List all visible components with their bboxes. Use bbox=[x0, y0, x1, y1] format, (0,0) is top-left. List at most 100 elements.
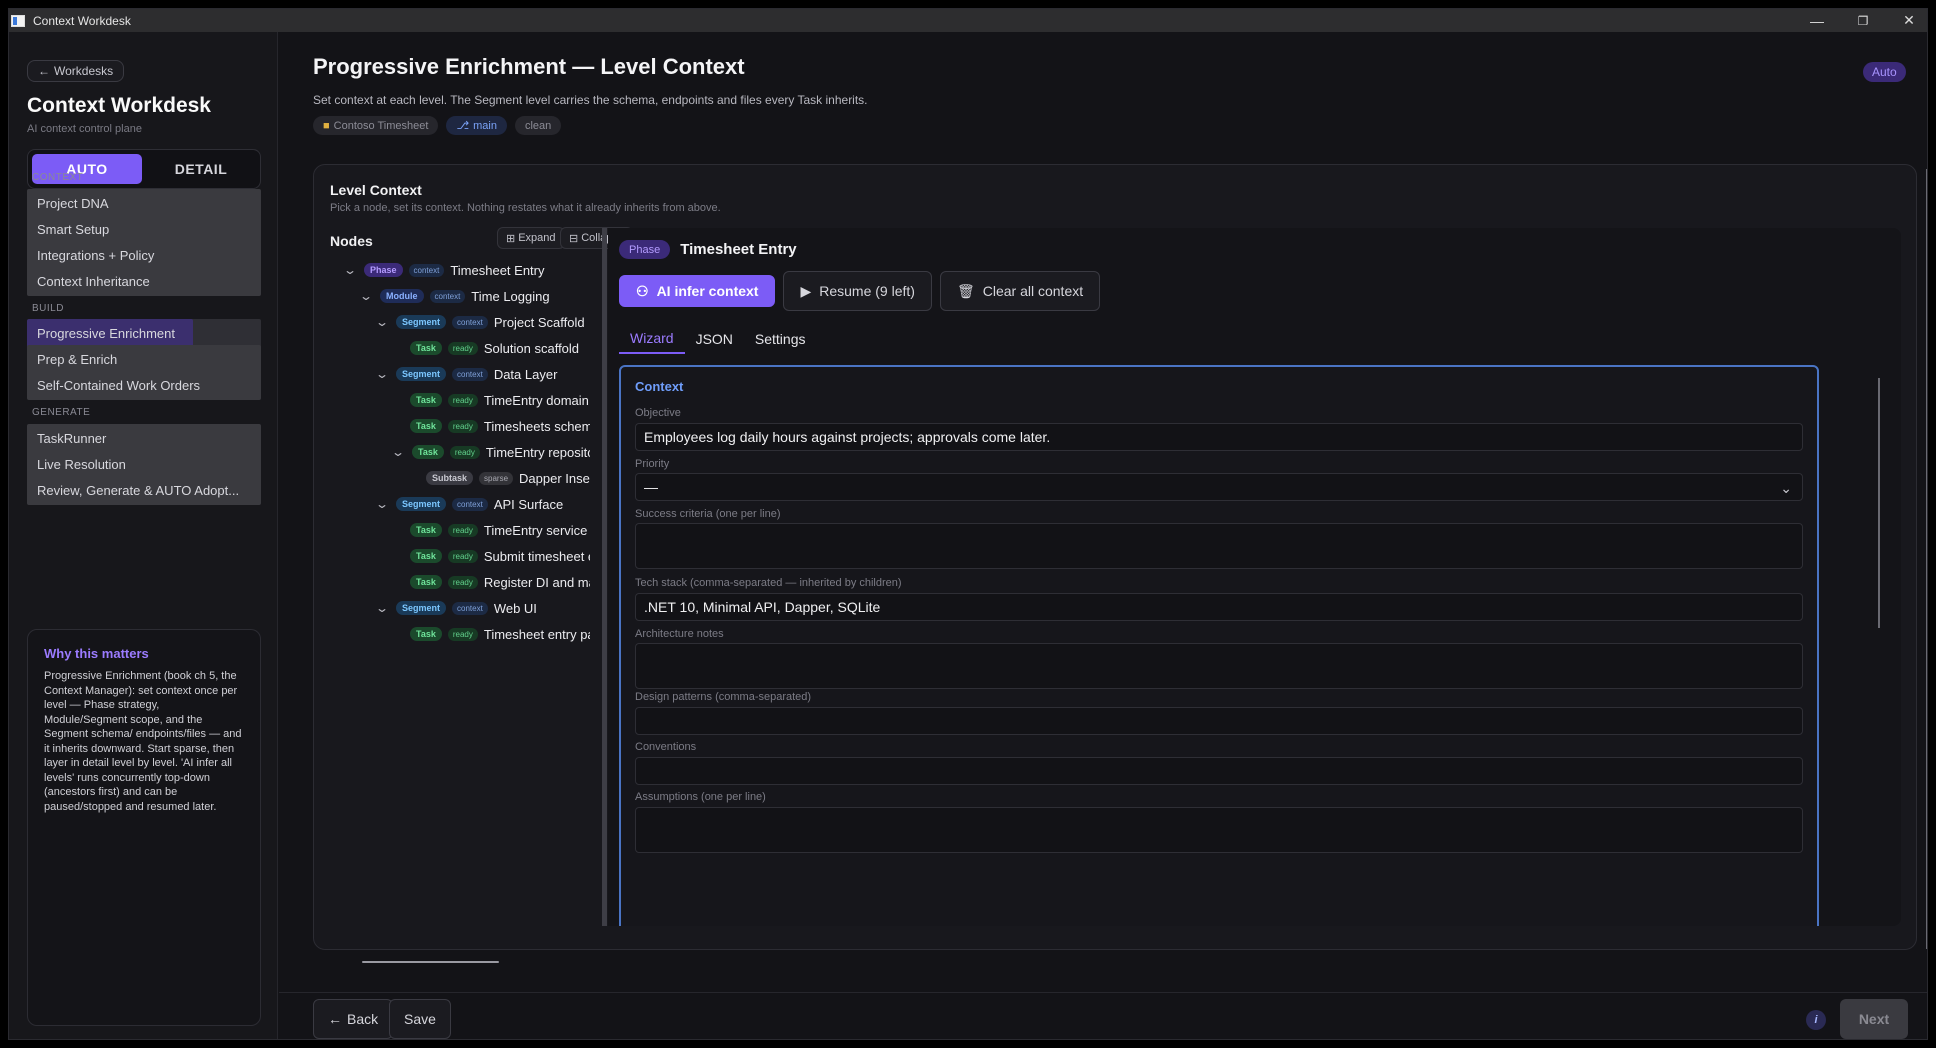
node-header: Phase Timesheet Entry bbox=[619, 240, 797, 259]
chevron-down-icon[interactable]: ⌄ bbox=[371, 315, 393, 329]
maximize-button[interactable]: ❐ bbox=[1840, 9, 1886, 32]
node-label: TimeEntry repository bbox=[485, 444, 590, 460]
tree-node-row[interactable]: ⌄ Segment context API Surface bbox=[374, 491, 563, 517]
chevron-down-icon[interactable]: ⌄ bbox=[339, 263, 361, 277]
nav-item-integrations-policy[interactable]: Integrations + Policy bbox=[27, 241, 261, 270]
priority-select[interactable]: — ⌄ bbox=[635, 473, 1803, 501]
tech-stack-value: .NET 10, Minimal API, Dapper, SQLite bbox=[644, 599, 881, 615]
node-label: TimeEntry service bbox=[483, 522, 588, 538]
node-state-tag: context bbox=[452, 497, 488, 511]
mode-toggle: AUTO DETAIL bbox=[27, 149, 261, 189]
nav-item-smart-setup[interactable]: Smart Setup bbox=[27, 215, 261, 244]
chevron-down-icon[interactable]: ⌄ bbox=[371, 497, 393, 511]
nav-item-progressive-enrichment[interactable]: Progressive Enrichment bbox=[27, 319, 261, 348]
level-tag: Phase bbox=[619, 240, 671, 259]
node-label: TimeEntry domain mod bbox=[483, 392, 590, 408]
nav-item-prep-enrich[interactable]: Prep & Enrich bbox=[27, 345, 261, 374]
close-button[interactable]: ✕ bbox=[1886, 9, 1927, 32]
back-button[interactable]: ← Back bbox=[313, 999, 394, 1039]
nav-item-label: Project DNA bbox=[37, 196, 109, 211]
node-name: Timesheet Entry bbox=[680, 241, 797, 258]
tab-wizard[interactable]: Wizard bbox=[619, 324, 685, 354]
info-icon[interactable]: i bbox=[1806, 1010, 1826, 1030]
tree-node-row[interactable]: ⌄ Segment context Data Layer bbox=[374, 361, 557, 387]
folder-icon: ■ bbox=[323, 119, 330, 132]
tree-node-row[interactable]: Task ready Register DI and map ro bbox=[410, 569, 590, 595]
chevron-down-icon[interactable]: ⌄ bbox=[355, 289, 377, 303]
app-window: Context Workdesk — ❐ ✕ ← Workdesks Conte… bbox=[8, 8, 1928, 1040]
resume-button[interactable]: ▶ Resume (9 left) bbox=[783, 271, 932, 311]
back-to-workdesks-button[interactable]: ← Workdesks bbox=[27, 60, 125, 82]
project-chip: ■ Contoso Timesheet bbox=[313, 116, 439, 135]
node-type-tag: Segment bbox=[396, 497, 447, 511]
horizontal-scrollbar[interactable] bbox=[362, 961, 499, 963]
nav-item-label: Prep & Enrich bbox=[37, 352, 118, 367]
nav-item-label: Live Resolution bbox=[37, 457, 126, 472]
node-state-tag: sparse bbox=[479, 471, 514, 485]
nav-item-label: Review, Generate & AUTO Adopt... bbox=[37, 483, 240, 498]
sidebar: ← Workdesks Context Workdesk AI context … bbox=[9, 32, 278, 1039]
node-tree-viewport: ⌄ Phase context Timesheet Entry ⌄ Module conte… bbox=[330, 259, 590, 939]
why-title: Why this matters bbox=[44, 646, 149, 661]
nav-item-review-generate[interactable]: Review, Generate & AUTO Adopt... bbox=[27, 476, 261, 505]
tree-node-row[interactable]: ⌄Task ready TimeEntry repository bbox=[390, 439, 590, 465]
node-label: Timesheets schema mi bbox=[483, 418, 590, 434]
title-bar: Context Workdesk — ❐ ✕ bbox=[9, 9, 1927, 32]
tree-node-row[interactable]: ⌄ Segment context Web UI bbox=[374, 595, 537, 621]
assumptions-label: Assumptions (one per line) bbox=[635, 791, 766, 803]
tree-node-row[interactable]: ⌄ Segment context Project Scaffold bbox=[374, 309, 585, 335]
nav-item-work-orders[interactable]: Self-Contained Work Orders bbox=[27, 371, 261, 400]
assumptions-textarea[interactable] bbox=[635, 807, 1803, 853]
save-button-label: Save bbox=[404, 1011, 436, 1027]
minimize-button[interactable]: — bbox=[1794, 9, 1840, 32]
success-criteria-textarea[interactable] bbox=[635, 523, 1803, 569]
node-type-tag: Task bbox=[410, 393, 442, 407]
tree-node-row[interactable]: Task ready TimeEntry domain mod bbox=[410, 387, 590, 413]
save-button[interactable]: Save bbox=[389, 999, 451, 1039]
collapse-icon: ⊟ bbox=[569, 232, 579, 245]
conventions-field[interactable] bbox=[635, 757, 1803, 785]
back-button-label: Back bbox=[347, 1011, 379, 1027]
tree-node-row[interactable]: Task ready TimeEntry service bbox=[410, 517, 587, 543]
project-name: Contoso Timesheet bbox=[333, 119, 429, 132]
nav-item-project-dna[interactable]: Project DNA bbox=[27, 189, 261, 218]
tree-node-row[interactable]: ⌄ Module context Time Logging bbox=[358, 283, 550, 309]
nav-item-label: Progressive Enrichment bbox=[37, 326, 175, 341]
tree-node-row[interactable]: Task ready Submit timesheet endp bbox=[410, 543, 590, 569]
node-type-tag: Segment bbox=[396, 367, 447, 381]
nav-item-live-resolution[interactable]: Live Resolution bbox=[27, 450, 261, 479]
next-button[interactable]: Next bbox=[1840, 999, 1908, 1039]
node-type-tag: Phase bbox=[364, 263, 403, 277]
tech-stack-field[interactable]: .NET 10, Minimal API, Dapper, SQLite bbox=[635, 593, 1803, 621]
expand-button[interactable]: ⊞ Expand bbox=[497, 227, 565, 249]
tree-node-row[interactable]: Subtask sparse Dapper InsertTim bbox=[426, 465, 590, 491]
architecture-notes-textarea[interactable] bbox=[635, 643, 1803, 689]
ai-infer-label: AI infer context bbox=[656, 283, 759, 299]
tree-node-row[interactable]: Task ready Solution scaffold bbox=[410, 335, 579, 361]
mode-detail-button[interactable]: DETAIL bbox=[146, 154, 256, 184]
design-patterns-field[interactable] bbox=[635, 707, 1803, 735]
window-scrollbar[interactable] bbox=[1926, 169, 1927, 949]
chevron-down-icon[interactable]: ⌄ bbox=[387, 445, 409, 459]
node-state-tag: context bbox=[452, 601, 488, 615]
tab-json[interactable]: JSON bbox=[685, 324, 744, 354]
pane-splitter[interactable] bbox=[602, 228, 607, 926]
architecture-notes-label: Architecture notes bbox=[635, 628, 724, 640]
detail-scrollbar[interactable] bbox=[1878, 378, 1880, 628]
tab-settings[interactable]: Settings bbox=[744, 324, 817, 354]
chevron-down-icon[interactable]: ⌄ bbox=[371, 367, 393, 381]
priority-label: Priority bbox=[635, 458, 670, 470]
clear-all-context-button[interactable]: 🗑 Clear all context bbox=[939, 271, 1101, 311]
chevron-down-icon[interactable]: ⌄ bbox=[371, 601, 393, 615]
trash-icon: 🗑 bbox=[956, 282, 975, 299]
objective-field[interactable]: Employees log daily hours against projec… bbox=[635, 423, 1803, 451]
tree-node-row[interactable]: Task ready Timesheets schema mi bbox=[410, 413, 590, 439]
chevron-down-icon: ⌄ bbox=[1780, 480, 1792, 496]
nav-item-label: Self-Contained Work Orders bbox=[37, 378, 201, 393]
ai-infer-context-button[interactable]: ⚇ AI infer context bbox=[619, 275, 776, 307]
nav-item-context-inheritance[interactable]: Context Inheritance bbox=[27, 267, 261, 296]
tree-node-row[interactable]: ⌄ Phase context Timesheet Entry bbox=[342, 259, 545, 283]
nav-item-taskrunner[interactable]: TaskRunner bbox=[27, 424, 261, 453]
node-type-tag: Task bbox=[410, 523, 442, 537]
tree-node-row[interactable]: Task ready Timesheet entry page bbox=[410, 621, 590, 647]
